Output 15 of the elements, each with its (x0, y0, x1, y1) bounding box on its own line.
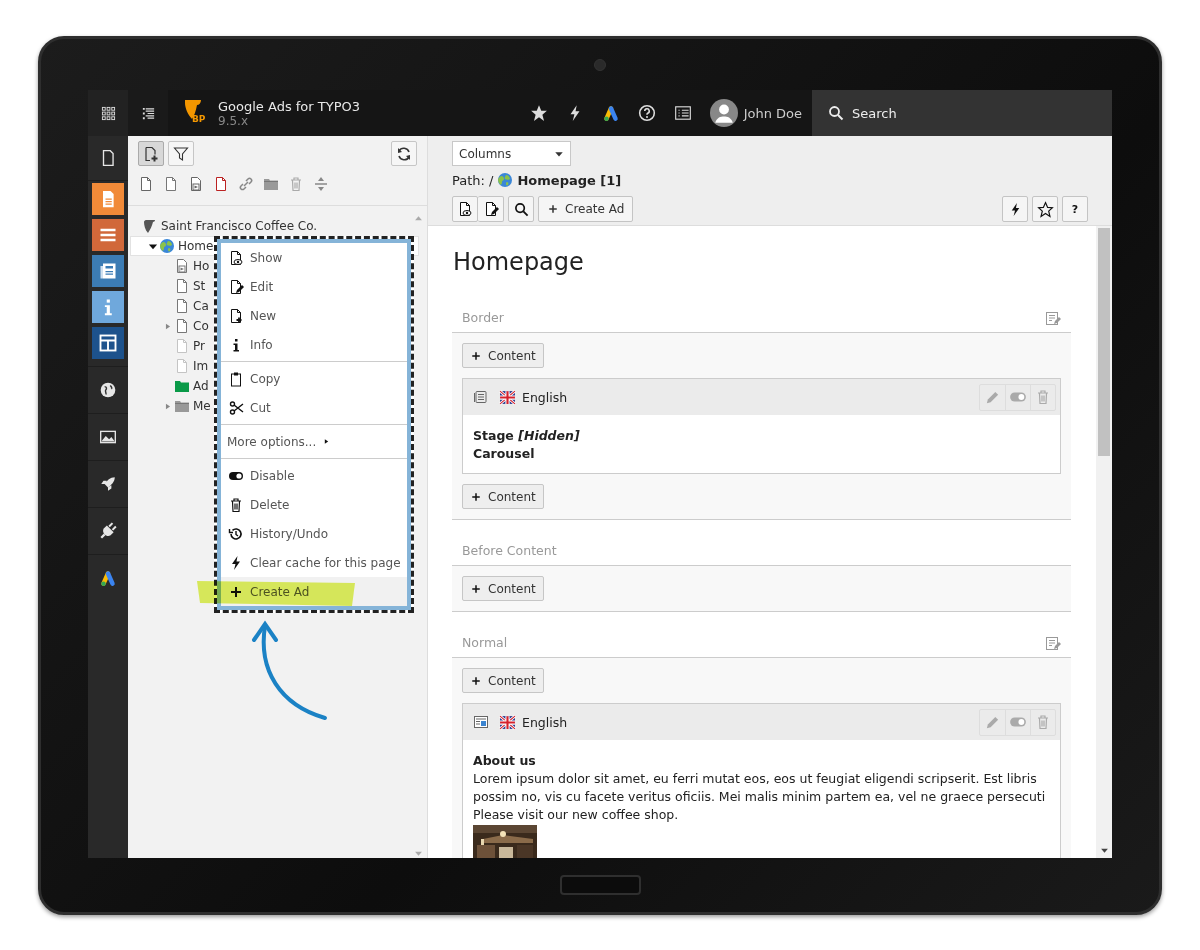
language-label: English (522, 714, 568, 730)
path-label: Path: / (452, 172, 494, 188)
language-label: English (522, 389, 568, 405)
body-text: Lorem ipsum dolor sit amet, eu ferri mutat eos, eos ut feugiat eligendi scripserit. Est libris (473, 770, 1038, 788)
version-label: 9.5.x (218, 113, 248, 128)
page-title: Homepage (453, 248, 585, 276)
column-title: Normal (462, 635, 508, 650)
column-title: Before Content (462, 543, 557, 558)
site-title: Google Ads for TYPO3 (218, 98, 361, 114)
body-text: Please visit our new coffee shop. (473, 806, 680, 824)
body-text: possim no, vis cu facete veritus oficiis. Mei malis minim partem ea, vel ne graece persecuti (473, 788, 1047, 806)
body-text: Carousel (473, 445, 536, 463)
element-heading: Stage [Hidden] (473, 427, 581, 445)
column-title: Border (462, 310, 504, 325)
element-heading: About us (473, 752, 537, 770)
